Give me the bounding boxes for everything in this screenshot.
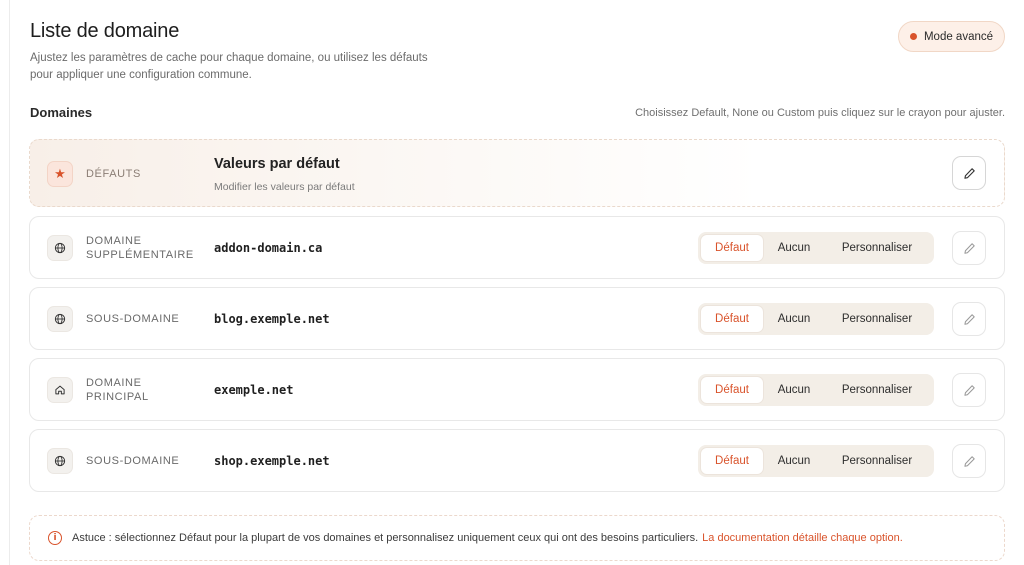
domain-type-line1: DOMAINE — [86, 377, 142, 389]
section-title: Domaines — [30, 105, 93, 120]
domain-type-line1: SOUS-DOMAINE — [86, 313, 180, 325]
defaults-card: ★ DÉFAUTS Valeurs par défaut Modifier le… — [29, 139, 1005, 207]
documentation-link[interactable]: La documentation détaille chaque option. — [702, 532, 903, 544]
pencil-icon — [963, 384, 975, 396]
pencil-icon — [963, 313, 975, 325]
info-icon: i — [48, 531, 62, 545]
mode-custom-button[interactable]: Personnaliser — [825, 377, 929, 403]
edit-domain-button[interactable] — [952, 444, 986, 478]
mode-none-button[interactable]: Aucun — [763, 448, 825, 474]
pencil-icon — [963, 167, 975, 179]
mode-default-button[interactable]: Défaut — [701, 306, 763, 332]
domain-list-page: Liste de domaine Ajustez les paramètres … — [0, 0, 1024, 565]
edit-domain-button[interactable] — [952, 373, 986, 407]
domain-row: DOMAINE PRINCIPAL exemple.net Défaut Auc… — [29, 358, 1005, 421]
domain-type-line2: PRINCIPAL — [86, 391, 149, 403]
globe-icon — [47, 448, 73, 474]
domain-type-line1: DOMAINE — [86, 235, 142, 247]
domain-name: blog.exemple.net — [214, 312, 330, 326]
edit-defaults-button[interactable] — [952, 156, 986, 190]
tip-banner: i Astuce : sélectionnez Défaut pour la p… — [29, 515, 1005, 561]
advanced-mode-label: Mode avancé — [923, 30, 994, 43]
domain-type-label: DOMAINE SUPPLÉMENTAIRE — [86, 234, 194, 262]
star-icon: ★ — [47, 161, 73, 187]
defaults-type-label: DÉFAUTS — [86, 168, 141, 180]
domain-type-line1: SOUS-DOMAINE — [86, 455, 180, 467]
page-subtitle: Ajustez les paramètres de cache pour cha… — [30, 52, 428, 81]
globe-icon — [47, 306, 73, 332]
mode-custom-button[interactable]: Personnaliser — [825, 306, 929, 332]
domain-row: DOMAINE SUPPLÉMENTAIRE addon-domain.ca D… — [29, 216, 1005, 279]
tip-text: Astuce : sélectionnez Défaut pour la plu… — [72, 532, 699, 544]
domain-row: SOUS-DOMAINE shop.exemple.net Défaut Auc… — [29, 429, 1005, 492]
pencil-icon — [963, 242, 975, 254]
domain-name: shop.exemple.net — [214, 454, 330, 468]
pencil-icon — [963, 455, 975, 467]
domain-type-label: DOMAINE PRINCIPAL — [86, 376, 149, 404]
defaults-subtitle: Modifier les valeurs par défaut — [214, 181, 355, 193]
globe-icon — [47, 235, 73, 261]
edit-domain-button[interactable] — [952, 302, 986, 336]
mode-none-button[interactable]: Aucun — [763, 377, 825, 403]
advanced-mode-badge[interactable]: Mode avancé — [898, 21, 1005, 52]
defaults-title: Valeurs par défaut — [214, 156, 340, 172]
domain-name: addon-domain.ca — [214, 241, 323, 255]
home-icon — [47, 377, 73, 403]
mode-none-button[interactable]: Aucun — [763, 235, 825, 261]
page-title: Liste de domaine — [30, 20, 180, 42]
cache-mode-selector: Défaut Aucun Personnaliser — [698, 232, 934, 264]
domain-row: SOUS-DOMAINE blog.exemple.net Défaut Auc… — [29, 287, 1005, 350]
left-divider — [9, 0, 10, 565]
mode-none-button[interactable]: Aucun — [763, 306, 825, 332]
domain-type-label: SOUS-DOMAINE — [86, 454, 179, 468]
mode-custom-button[interactable]: Personnaliser — [825, 448, 929, 474]
cache-mode-selector: Défaut Aucun Personnaliser — [698, 374, 934, 406]
mode-default-button[interactable]: Défaut — [701, 377, 763, 403]
mode-default-button[interactable]: Défaut — [701, 448, 763, 474]
mode-default-button[interactable]: Défaut — [701, 235, 763, 261]
domain-name: exemple.net — [214, 383, 294, 397]
mode-custom-button[interactable]: Personnaliser — [825, 235, 929, 261]
cache-mode-selector: Défaut Aucun Personnaliser — [698, 303, 934, 335]
domain-type-line2: SUPPLÉMENTAIRE — [86, 249, 194, 261]
cache-mode-selector: Défaut Aucun Personnaliser — [698, 445, 934, 477]
edit-domain-button[interactable] — [952, 231, 986, 265]
domain-type-label: SOUS-DOMAINE — [86, 312, 179, 326]
section-hint: Choisissez Default, None ou Custom puis … — [635, 107, 1005, 119]
status-dot-icon — [909, 33, 917, 40]
